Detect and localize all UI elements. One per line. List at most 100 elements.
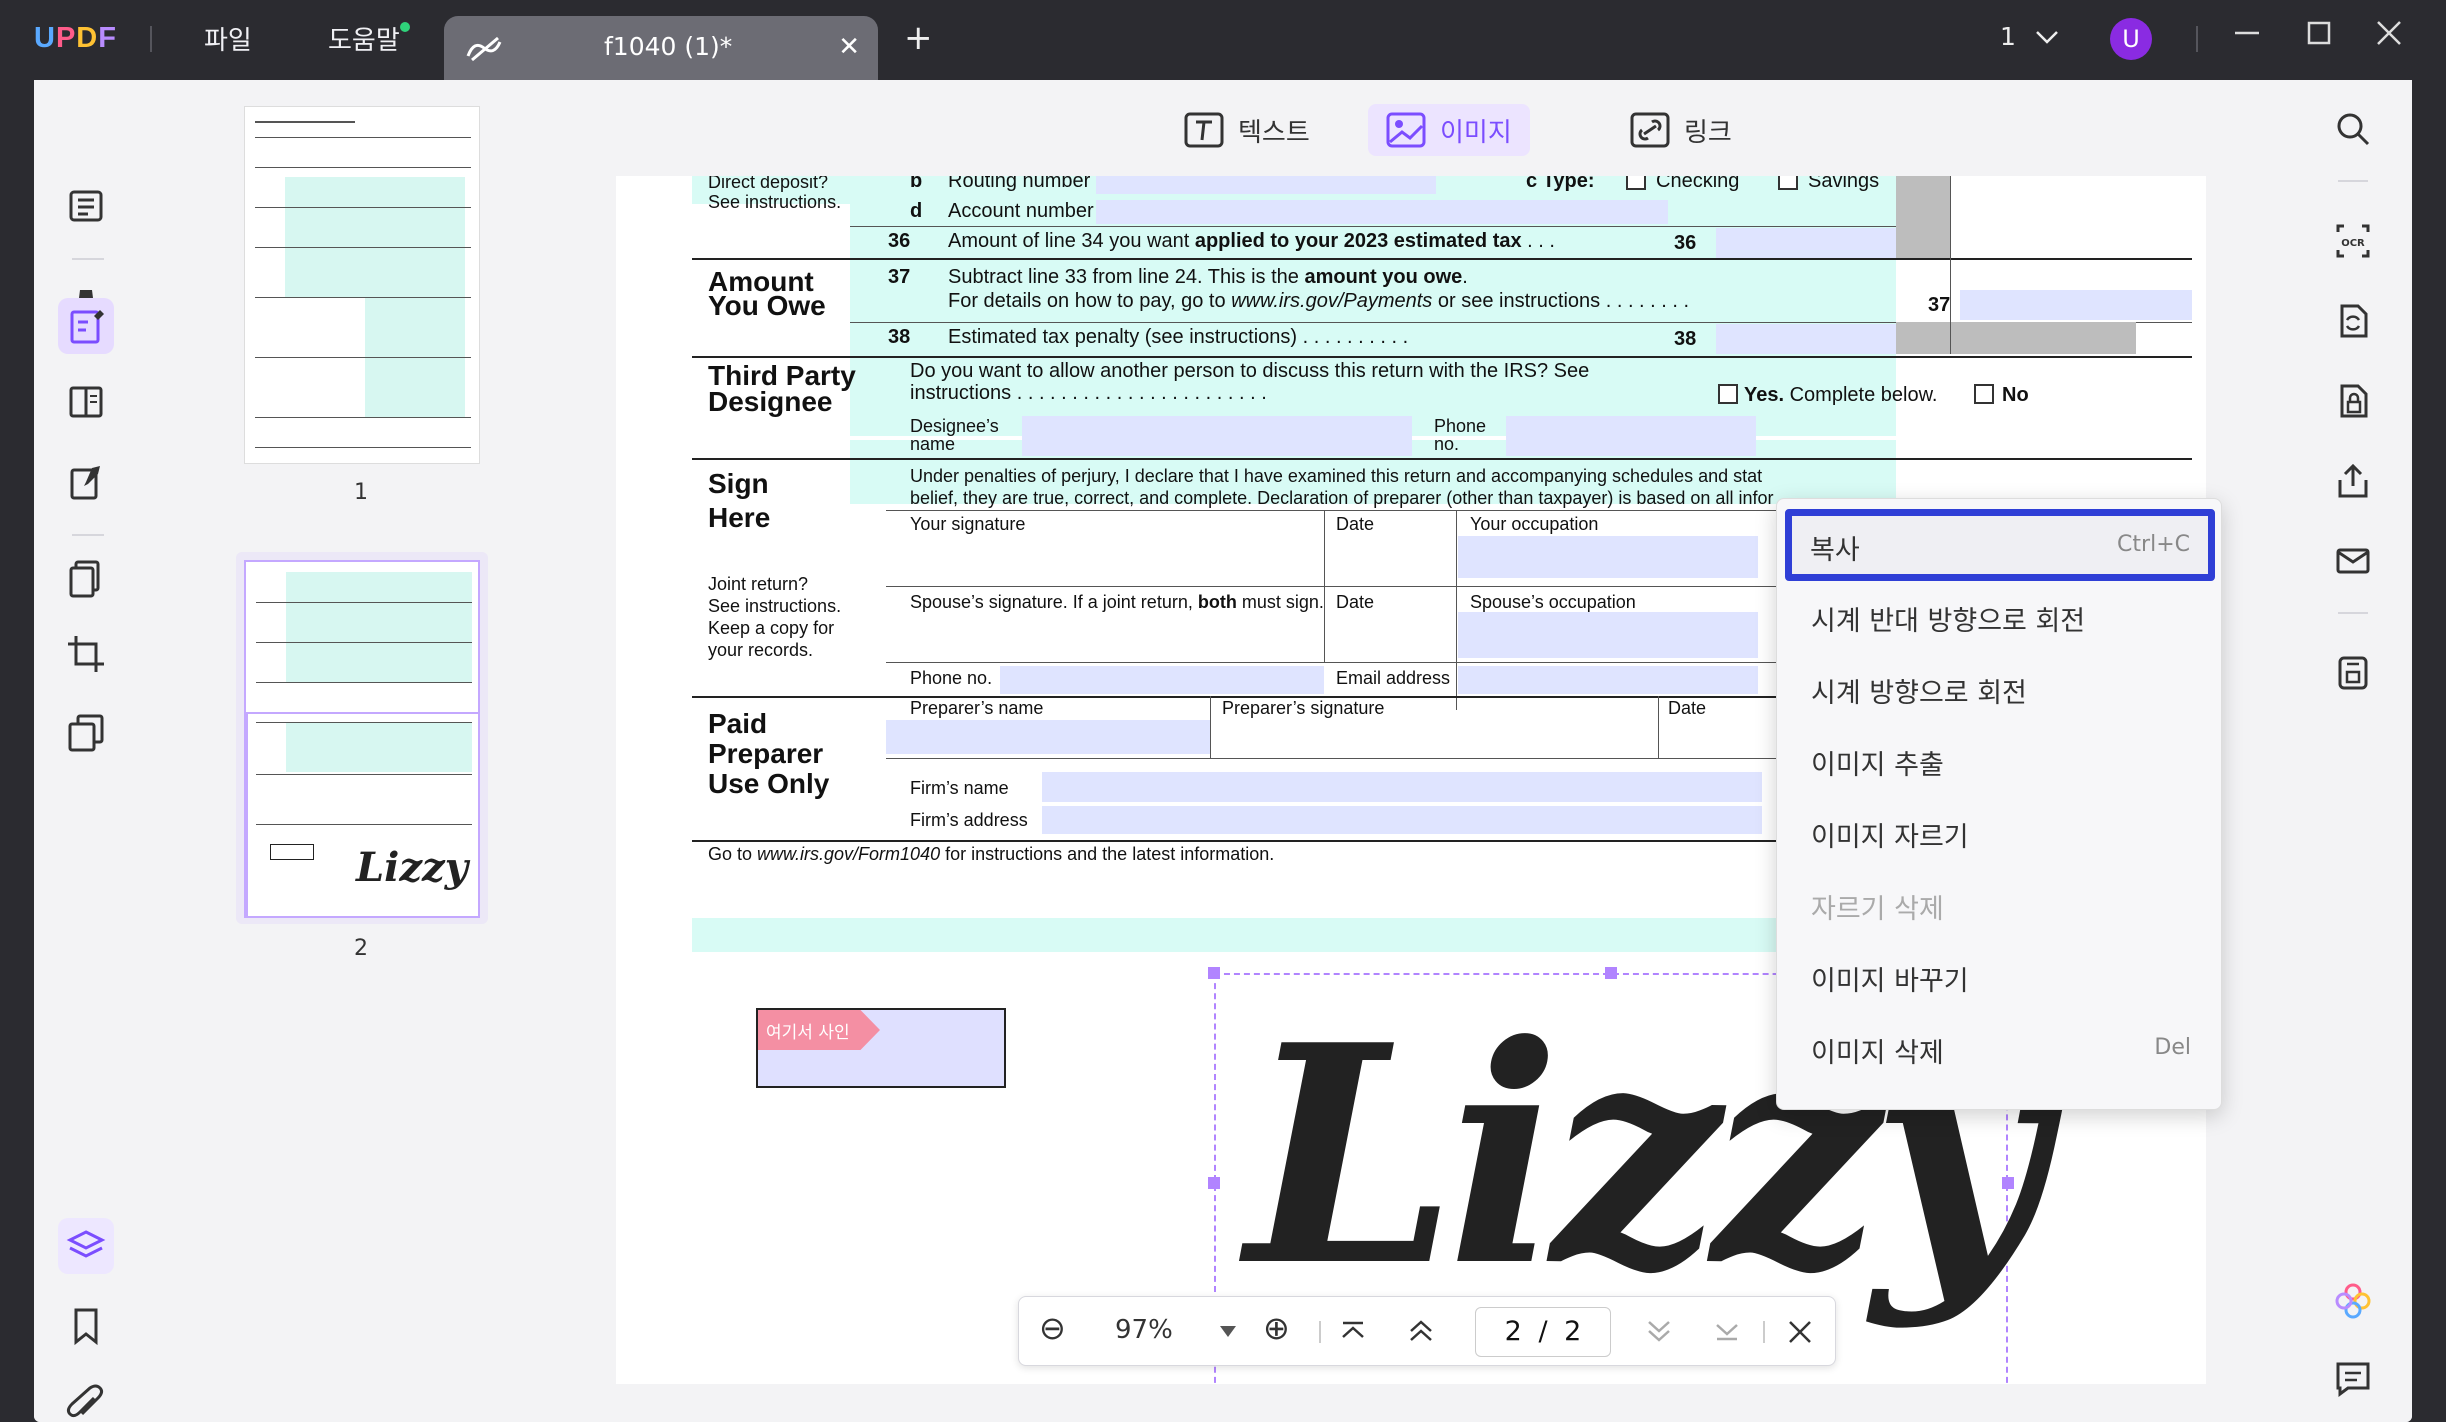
line-37-text-2: For details on how to pay, go to www.irs…: [948, 290, 1690, 312]
savings-checkbox[interactable]: [1778, 176, 1798, 190]
share-button[interactable]: [2328, 456, 2378, 506]
comment-icon: [2336, 1362, 2370, 1397]
save-icon: [2338, 656, 2368, 690]
resize-handle[interactable]: [1605, 967, 1617, 979]
mode-image-label: 이미지: [1440, 117, 1512, 148]
edit-document-icon: [70, 310, 104, 344]
context-menu-item[interactable]: 이미지 바꾸기: [1777, 939, 2221, 1011]
fill-sign-tool[interactable]: [58, 454, 114, 510]
updf-logo[interactable]: UPDF: [34, 22, 117, 55]
spouse-occupation-label: Spouse’s occupation: [1470, 592, 1636, 612]
line-38-field[interactable]: [1716, 324, 1896, 354]
tab-close-icon[interactable]: ✕: [838, 32, 860, 62]
ai-assistant-button[interactable]: [2328, 1276, 2378, 1326]
mode-image-button[interactable]: 이미지: [1368, 104, 1530, 156]
resize-handle[interactable]: [1208, 1177, 1220, 1189]
new-tab-button[interactable]: +: [904, 18, 933, 58]
link-icon: [1630, 112, 1670, 148]
context-menu-item[interactable]: 이미지 추출: [1777, 723, 2221, 795]
first-page-icon[interactable]: [1339, 1319, 1367, 1343]
comments-button[interactable]: [2328, 1354, 2378, 1404]
email-button[interactable]: [2328, 536, 2378, 586]
protect-button[interactable]: [2328, 376, 2378, 426]
sign-pen-icon: [70, 466, 100, 500]
attachment-tool[interactable]: [58, 1376, 114, 1422]
convert-button[interactable]: [2328, 296, 2378, 346]
page-tools[interactable]: [58, 704, 114, 760]
page-thumbnail-1[interactable]: [244, 106, 480, 464]
divider: [2196, 26, 2198, 52]
mode-text-button[interactable]: 텍스트: [1166, 104, 1328, 156]
preparer-signature-label: Preparer’s signature: [1222, 698, 1385, 718]
joint-return-2: See instructions.: [708, 596, 842, 616]
reader-tool[interactable]: [58, 178, 114, 234]
mode-text-label: 텍스트: [1238, 117, 1310, 148]
mail-icon: [2336, 548, 2370, 574]
zoom-value[interactable]: 97%: [1115, 1315, 1173, 1345]
bookmark-tool[interactable]: [58, 1298, 114, 1354]
context-menu-item[interactable]: 이미지 삭제 Del: [1777, 1011, 2221, 1083]
firm-name-field[interactable]: [1042, 772, 1762, 802]
account-number-field[interactable]: [1096, 200, 1668, 224]
menu-help[interactable]: 도움말: [328, 20, 400, 57]
divider: [72, 258, 104, 260]
app-window: 1 Lizzy 2 텍스트 이미지 링크 Direct deposit? See…: [34, 80, 2412, 1422]
resize-handle[interactable]: [1208, 967, 1220, 979]
context-menu-item[interactable]: 시계 반대 방향으로 회전: [1777, 579, 2221, 651]
context-menu-item[interactable]: 복사 Ctrl+C: [1785, 509, 2215, 581]
layers-tool[interactable]: [58, 1218, 114, 1274]
your-occupation-field[interactable]: [1458, 536, 1758, 578]
convert-tool[interactable]: [58, 550, 114, 606]
line-36-field[interactable]: [1716, 228, 1896, 258]
next-page-icon[interactable]: [1645, 1317, 1673, 1345]
email-field[interactable]: [1458, 666, 1758, 694]
routing-number-field[interactable]: [1096, 176, 1436, 194]
spouse-occupation-field[interactable]: [1458, 612, 1758, 658]
tab-edit-icon: [464, 34, 504, 68]
document-tab[interactable]: f1040 (1)* ✕: [444, 16, 878, 80]
edit-pdf-tool[interactable]: [58, 298, 114, 354]
close-window-icon[interactable]: [2374, 18, 2404, 55]
line-37-field[interactable]: [1960, 290, 2192, 320]
designee-no-label: No: [2002, 384, 2029, 406]
maximize-icon[interactable]: [2304, 18, 2334, 55]
page-thumbnail-2[interactable]: Lizzy: [244, 560, 480, 918]
avatar[interactable]: U: [2110, 18, 2152, 60]
last-page-icon[interactable]: [1713, 1319, 1741, 1343]
designee-no-checkbox[interactable]: [1974, 384, 1994, 404]
context-menu-shortcut: Del: [2154, 1035, 2191, 1060]
minimize-icon[interactable]: [2232, 18, 2262, 55]
page-number-input[interactable]: 2 / 2: [1475, 1307, 1611, 1357]
designee-phone-field[interactable]: [1506, 416, 1756, 456]
mode-link-button[interactable]: 링크: [1612, 104, 1750, 156]
search-button[interactable]: [2328, 104, 2378, 154]
email-label: Email address: [1336, 668, 1451, 688]
close-icon[interactable]: [1787, 1319, 1813, 1345]
organize-tool[interactable]: [58, 374, 114, 430]
zoom-in-icon[interactable]: ⊕: [1263, 1309, 1290, 1347]
line-37-box: 37: [1928, 294, 1951, 316]
zoom-dropdown-icon[interactable]: [1219, 1325, 1237, 1339]
checking-checkbox[interactable]: [1626, 176, 1646, 190]
context-menu-item[interactable]: 시계 방향으로 회전: [1777, 651, 2221, 723]
crop-tool[interactable]: [58, 626, 114, 682]
firm-address-field[interactable]: [1042, 806, 1762, 834]
zoom-out-icon[interactable]: ⊖: [1039, 1309, 1066, 1347]
date-label-3: Date: [1668, 698, 1707, 718]
ocr-button[interactable]: OCR: [2328, 216, 2378, 266]
designee-name-field[interactable]: [1022, 416, 1412, 456]
context-menu-item[interactable]: 이미지 자르기: [1777, 795, 2221, 867]
context-menu-item-label: 시계 방향으로 회전: [1811, 678, 2027, 709]
thumbnail-label-2: 2: [354, 936, 368, 961]
preparer-name-field[interactable]: [886, 720, 1210, 754]
context-menu-shortcut: Ctrl+C: [2117, 532, 2190, 557]
save-button[interactable]: [2328, 648, 2378, 698]
phone-no-field[interactable]: [1000, 666, 1324, 694]
designee-yes-checkbox[interactable]: [1718, 384, 1738, 404]
page-selector[interactable]: 1: [2000, 22, 2060, 51]
previous-page-icon[interactable]: [1407, 1317, 1435, 1345]
account-label: Account number: [948, 200, 1094, 222]
date-label-2: Date: [1336, 592, 1375, 612]
menu-file[interactable]: 파일: [204, 20, 252, 57]
perjury-text-2: belief, they are true, correct, and comp…: [910, 488, 1774, 508]
